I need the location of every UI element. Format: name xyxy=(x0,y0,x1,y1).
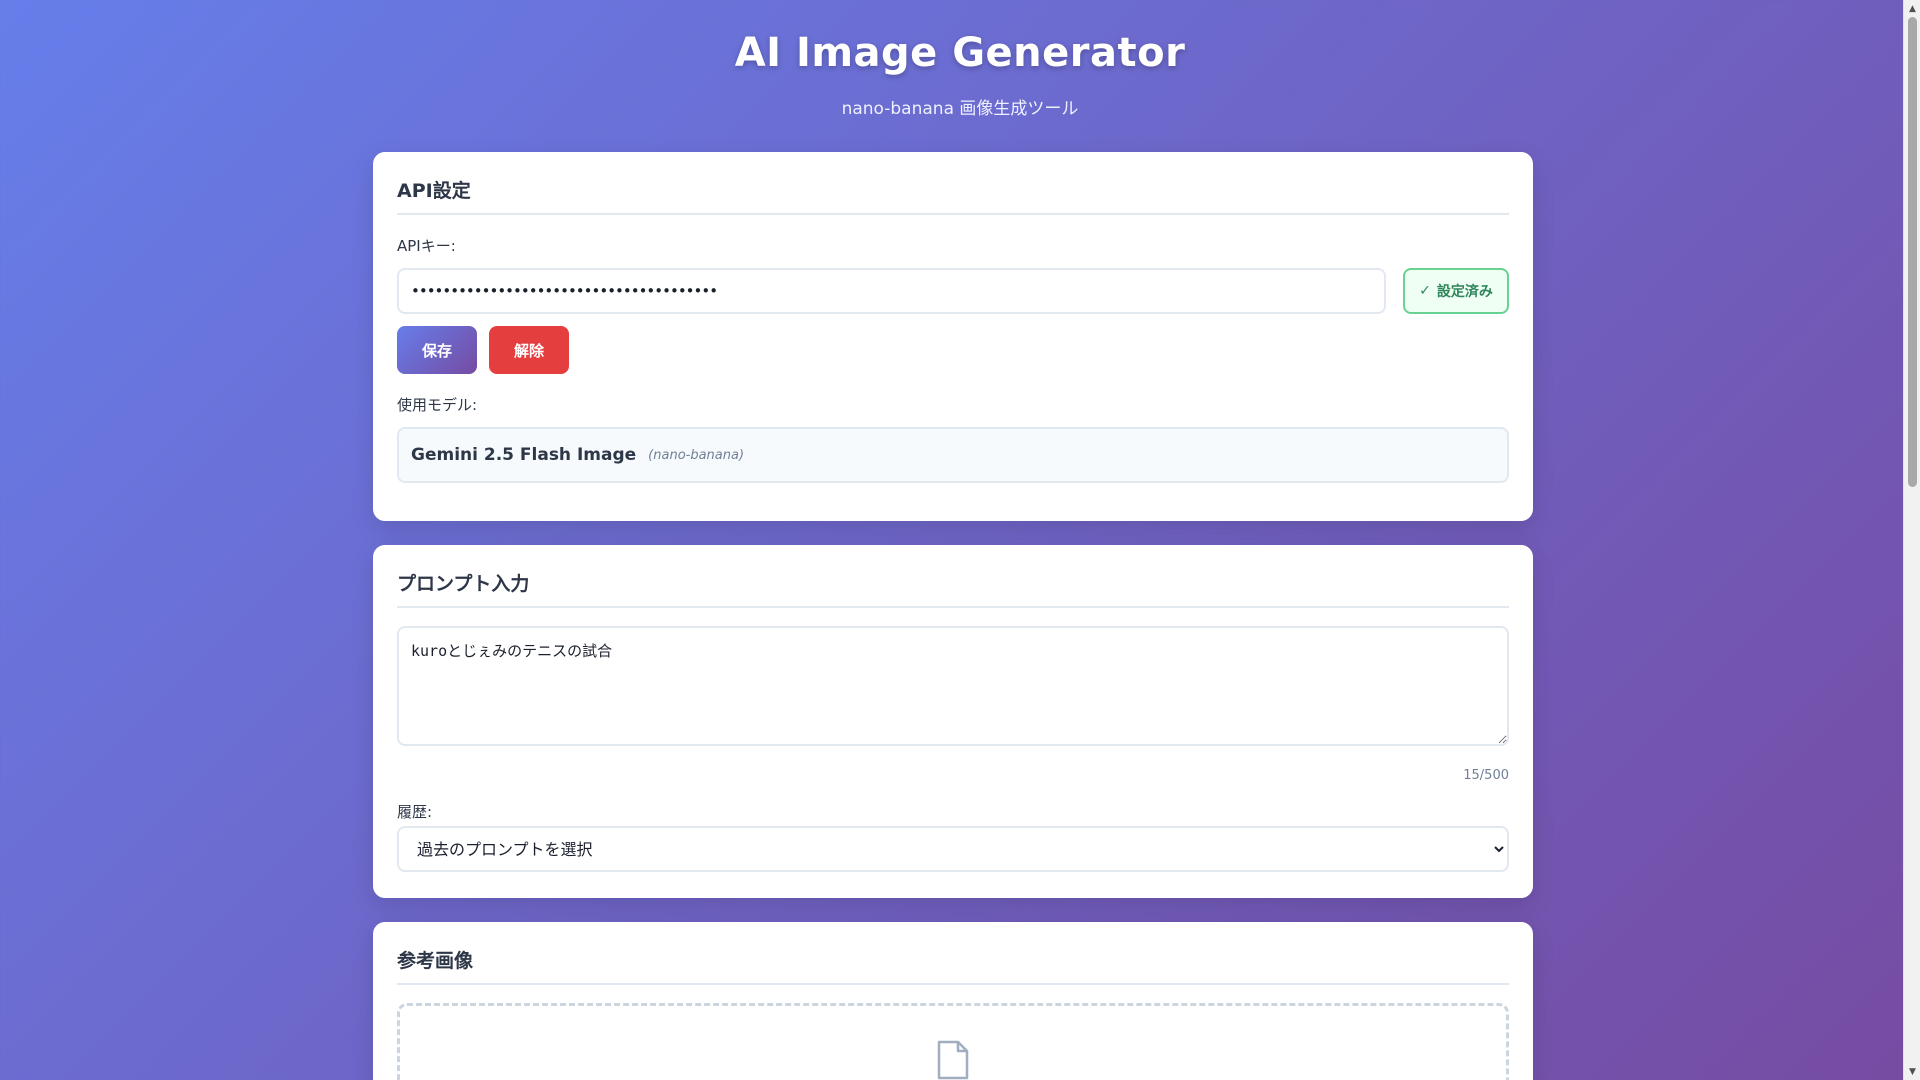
scroll-down-arrow-icon[interactable]: ▼ xyxy=(1904,1063,1920,1080)
api-status-label: 設定済み xyxy=(1436,284,1493,300)
char-count: 15/500 xyxy=(1463,768,1509,783)
scroll-up-arrow-icon[interactable]: ▲ xyxy=(1904,0,1920,17)
api-settings-heading: API設定 xyxy=(397,176,1509,215)
model-name: Gemini 2.5 Flash Image xyxy=(411,445,637,465)
api-settings-card: API設定 APIキー: ✓ 設定済み 保存 解除 使用モデル: Gemini … xyxy=(373,152,1533,521)
scroll-thumb[interactable] xyxy=(1908,17,1917,487)
file-icon xyxy=(936,1040,970,1080)
history-select[interactable]: 過去のプロンプトを選択 xyxy=(397,826,1509,872)
model-display: Gemini 2.5 Flash Image (nano-banana) xyxy=(397,427,1509,483)
model-code: (nano-banana) xyxy=(648,447,745,463)
history-label: 履歴: xyxy=(397,803,433,821)
app-title: AI Image Generator xyxy=(734,30,1186,76)
api-status-badge: ✓ 設定済み xyxy=(1403,268,1509,314)
prompt-card: プロンプト入力 kuroとじぇみのテニスの試合 15/500 履歴: 過去のプロ… xyxy=(373,545,1533,898)
reference-card: 参考画像 xyxy=(373,922,1533,1080)
reference-heading: 参考画像 xyxy=(397,946,1509,985)
image-dropzone[interactable] xyxy=(397,1003,1509,1080)
api-key-label: APIキー: xyxy=(397,237,456,255)
prompt-heading: プロンプト入力 xyxy=(397,569,1509,608)
clear-button[interactable]: 解除 xyxy=(489,326,569,374)
prompt-section: プロンプト入力 kuroとじぇみのテニスの試合 15/500 履歴: 過去のプロ… xyxy=(373,545,1533,898)
api-settings-section: API設定 APIキー: ✓ 設定済み 保存 解除 使用モデル: Gemini … xyxy=(373,152,1533,521)
check-icon: ✓ xyxy=(1419,283,1431,299)
api-actions: 保存 解除 xyxy=(397,326,1509,374)
prompt-input[interactable]: kuroとじぇみのテニスの試合 xyxy=(397,626,1509,746)
reference-section: 参考画像 xyxy=(373,922,1533,1080)
page-header: AI Image Generator nano-banana 画像生成ツール xyxy=(0,0,1920,119)
api-key-input[interactable] xyxy=(397,268,1386,314)
page-scrollbar[interactable]: ▲ ▼ xyxy=(1903,0,1920,1080)
api-key-row: ✓ 設定済み xyxy=(397,268,1509,314)
app-subtitle: nano-banana 画像生成ツール xyxy=(841,99,1079,119)
model-label: 使用モデル: xyxy=(397,396,478,414)
save-button[interactable]: 保存 xyxy=(397,326,477,374)
